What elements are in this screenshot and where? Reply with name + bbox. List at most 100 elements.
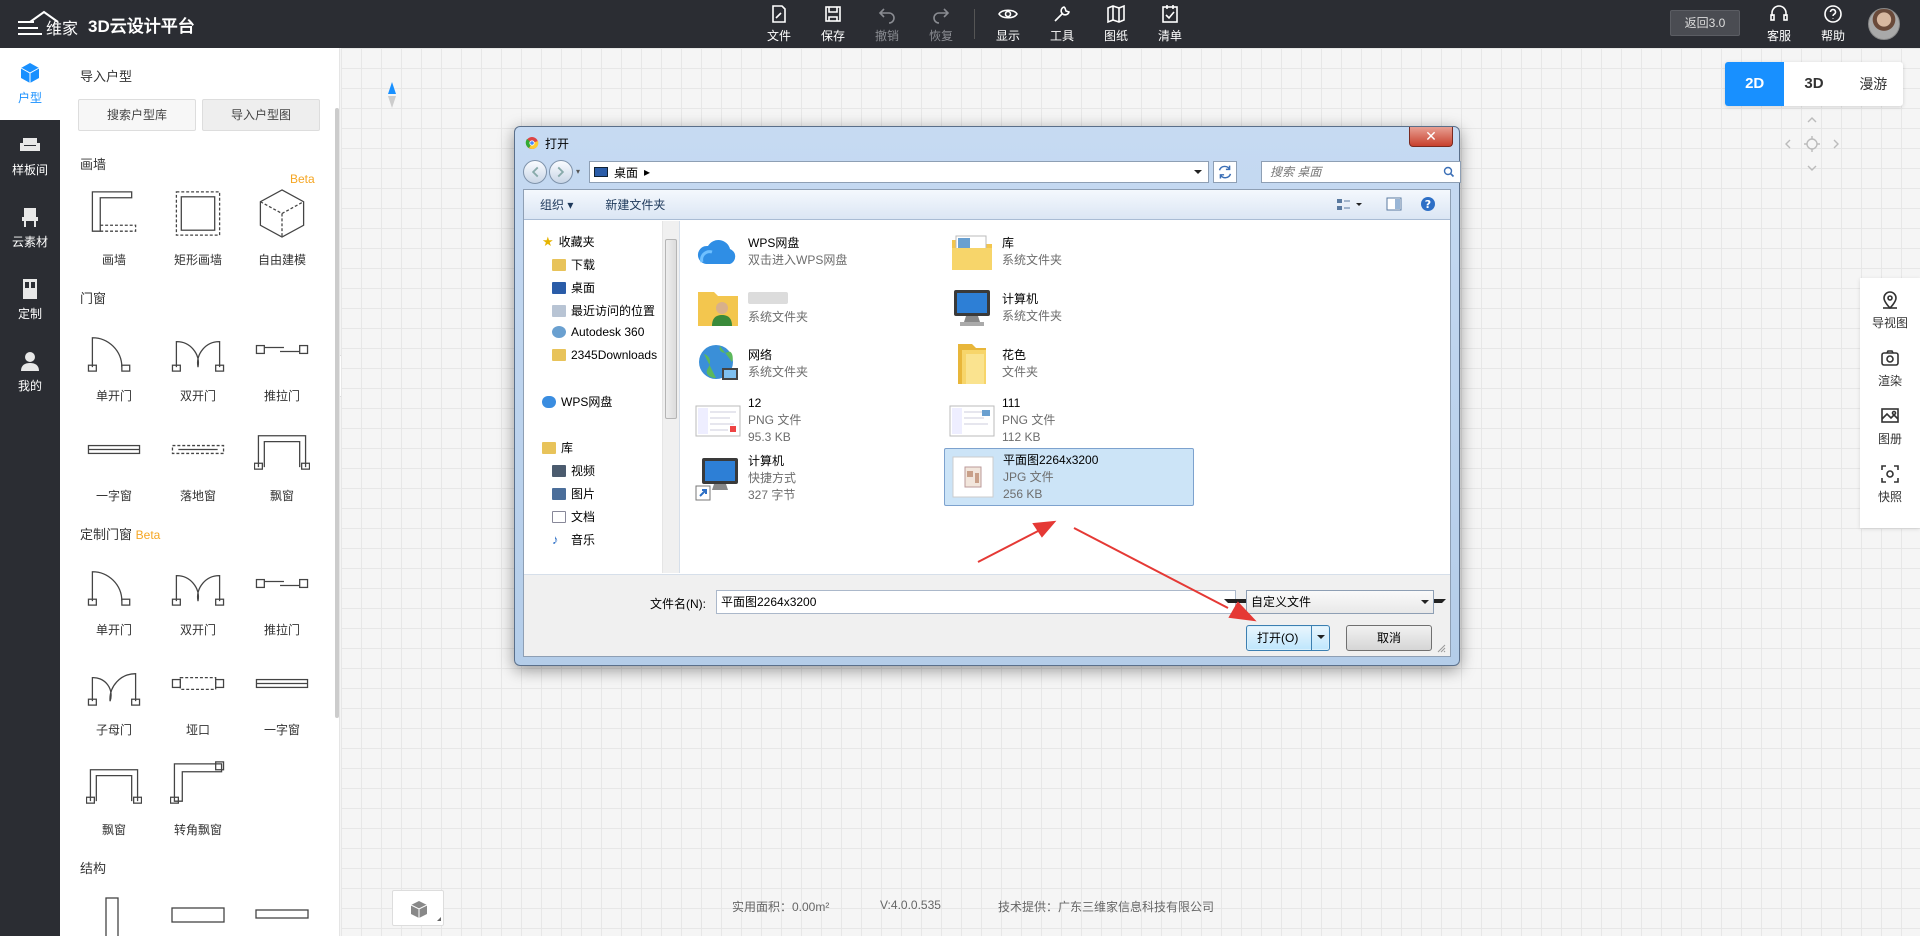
- organize-button[interactable]: 组织 ▾: [524, 196, 589, 213]
- straight-window-item[interactable]: 一字窗: [74, 414, 154, 504]
- back-to-3-button[interactable]: 返回3.0: [1670, 10, 1740, 36]
- search-icon[interactable]: [1443, 166, 1455, 178]
- tree-video[interactable]: 视频: [552, 462, 595, 479]
- chevron-down-icon: [1317, 635, 1325, 643]
- guide-view-button[interactable]: 导视图: [1872, 290, 1908, 348]
- view-3d-button[interactable]: 3D: [1784, 62, 1843, 106]
- album-button[interactable]: 图册: [1878, 406, 1902, 464]
- file-item-selected[interactable]: 平面图2264x3200 JPG 文件 256 KB: [944, 448, 1194, 506]
- custom-double-door-item[interactable]: 双开门: [158, 548, 238, 638]
- custom-bay-window-item[interactable]: 飘窗: [74, 748, 154, 838]
- file-item[interactable]: 网络 系统文件夹: [690, 337, 940, 391]
- menu-tools-button[interactable]: 工具: [1035, 0, 1089, 48]
- view-mode-toggle: 2D 3D 漫游: [1725, 62, 1903, 106]
- dialog-close-button[interactable]: ✕: [1409, 127, 1453, 147]
- tree-documents[interactable]: 文档: [552, 508, 595, 525]
- help-icon[interactable]: ?: [1420, 196, 1436, 212]
- new-folder-button[interactable]: 新建文件夹: [589, 196, 681, 213]
- file-item[interactable]: 111 PNG 文件 112 KB: [944, 393, 1194, 447]
- file-item[interactable]: 计算机 系统文件夹: [944, 281, 1194, 335]
- forward-button[interactable]: [549, 160, 573, 184]
- customer-service-button[interactable]: 客服: [1752, 0, 1806, 48]
- french-window-item[interactable]: 落地窗: [158, 414, 238, 504]
- menu-file-button[interactable]: 文件: [752, 0, 806, 48]
- file-item[interactable]: 计算机 快捷方式 327 字节: [690, 451, 940, 505]
- file-item[interactable]: 12 PNG 文件 95.3 KB: [690, 393, 940, 447]
- back-button[interactable]: [523, 160, 547, 184]
- preview-pane-icon[interactable]: [1386, 197, 1402, 212]
- snapshot-button[interactable]: 快照: [1878, 464, 1902, 522]
- bay-window-item[interactable]: 飘窗: [242, 414, 322, 504]
- sliding-door-item[interactable]: 推拉门: [242, 314, 322, 404]
- custom-single-door-item[interactable]: 单开门: [74, 548, 154, 638]
- chair-icon: [22, 208, 38, 227]
- png-thumb-icon: [949, 405, 995, 437]
- tree-favorites[interactable]: ★ 收藏夹: [542, 233, 595, 250]
- help-button[interactable]: 帮助: [1806, 0, 1860, 48]
- logo[interactable]: 维家 3D云设计平台: [16, 10, 195, 38]
- file-item[interactable]: 库系统文件夹: [944, 225, 1194, 279]
- menu-display-button[interactable]: 显示: [981, 0, 1035, 48]
- nav-item-floorplan[interactable]: 户型: [0, 48, 60, 120]
- view-roam-button[interactable]: 漫游: [1844, 62, 1903, 106]
- file-item[interactable]: 系统文件夹: [690, 281, 940, 335]
- nav-item-mine[interactable]: 我的: [0, 336, 60, 408]
- search-input[interactable]: 搜索 桌面: [1261, 161, 1461, 183]
- search-floorplan-button[interactable]: 搜索户型库: [78, 99, 196, 131]
- tree-scroll-thumb[interactable]: [665, 239, 677, 419]
- tree-wps-cloud[interactable]: WPS网盘: [542, 393, 612, 410]
- tree-scrollbar[interactable]: [662, 221, 679, 573]
- tree-music[interactable]: ♪ 音乐: [552, 531, 595, 548]
- open-button[interactable]: 打开(O): [1246, 625, 1330, 651]
- draw-wall-item[interactable]: 画墙: [74, 178, 154, 268]
- sliding-door-icon: [255, 344, 309, 355]
- menu-save-button[interactable]: 保存: [806, 0, 860, 48]
- open-split-dropdown[interactable]: [1311, 626, 1329, 650]
- tree-downloads[interactable]: 下载: [552, 256, 595, 273]
- address-dropdown-icon[interactable]: [1194, 170, 1202, 178]
- view-2d-button[interactable]: 2D: [1725, 62, 1785, 106]
- file-item[interactable]: WPS网盘 双击进入WPS网盘: [690, 225, 940, 279]
- filetype-select[interactable]: 自定义文件: [1246, 590, 1434, 614]
- custom-straight-window-item[interactable]: 一字窗: [242, 648, 322, 738]
- nav-item-cloud-material[interactable]: 云素材: [0, 192, 60, 264]
- tree-2345downloads[interactable]: 2345Downloads: [552, 348, 657, 362]
- tree-desktop[interactable]: 桌面: [552, 279, 595, 296]
- dialog-title-bar[interactable]: 打开: [525, 133, 569, 153]
- nav-item-custom[interactable]: 定制: [0, 264, 60, 336]
- file-item[interactable]: 花色 文件夹: [944, 337, 1194, 391]
- rect-wall-item[interactable]: 矩形画墙: [158, 178, 238, 268]
- history-dropdown-icon[interactable]: ▾: [576, 167, 580, 176]
- avatar[interactable]: [1868, 8, 1900, 40]
- custom-sliding-door-item[interactable]: 推拉门: [242, 548, 322, 638]
- tree-recent[interactable]: 最近访问的位置: [552, 302, 655, 319]
- sliding-door-icon: [255, 578, 309, 589]
- import-floorplan-button[interactable]: 导入户型图: [202, 99, 320, 131]
- render-button[interactable]: 渲染: [1878, 348, 1902, 406]
- cancel-button[interactable]: 取消: [1346, 625, 1432, 651]
- mini-3d-preview-button[interactable]: [392, 890, 444, 926]
- single-door-item[interactable]: 单开门: [74, 314, 154, 404]
- double-door-item[interactable]: 双开门: [158, 314, 238, 404]
- custom-corner-bay-window-item[interactable]: 转角飘窗: [158, 748, 238, 838]
- tree-autodesk[interactable]: Autodesk 360: [552, 325, 644, 339]
- resize-grip-icon[interactable]: [1436, 643, 1446, 653]
- menu-redo-button[interactable]: 恢复: [914, 0, 968, 48]
- address-path: 桌面: [614, 165, 639, 180]
- panel-scrollbar[interactable]: [335, 108, 339, 718]
- menu-undo-button[interactable]: 撤销: [860, 0, 914, 48]
- free-model-item[interactable]: 自由建模: [242, 178, 322, 268]
- custom-mother-door-item[interactable]: 子母门: [74, 648, 154, 738]
- menu-drawing-button[interactable]: 图纸: [1089, 0, 1143, 48]
- tree-library[interactable]: 库: [542, 439, 573, 456]
- menu-list-button[interactable]: 清单: [1143, 0, 1197, 48]
- custom-opening-item[interactable]: 垭口: [158, 648, 238, 738]
- filename-input[interactable]: 平面图2264x3200: [716, 590, 1236, 614]
- wrench-icon: [1054, 6, 1070, 22]
- refresh-button[interactable]: [1213, 161, 1237, 183]
- address-bar[interactable]: 桌面 ▸: [589, 161, 1209, 183]
- nav-item-showroom[interactable]: 样板间: [0, 120, 60, 192]
- tree-pictures[interactable]: 图片: [552, 485, 595, 502]
- view-options-icon[interactable]: [1336, 198, 1364, 212]
- pan-control[interactable]: [1784, 116, 1840, 172]
